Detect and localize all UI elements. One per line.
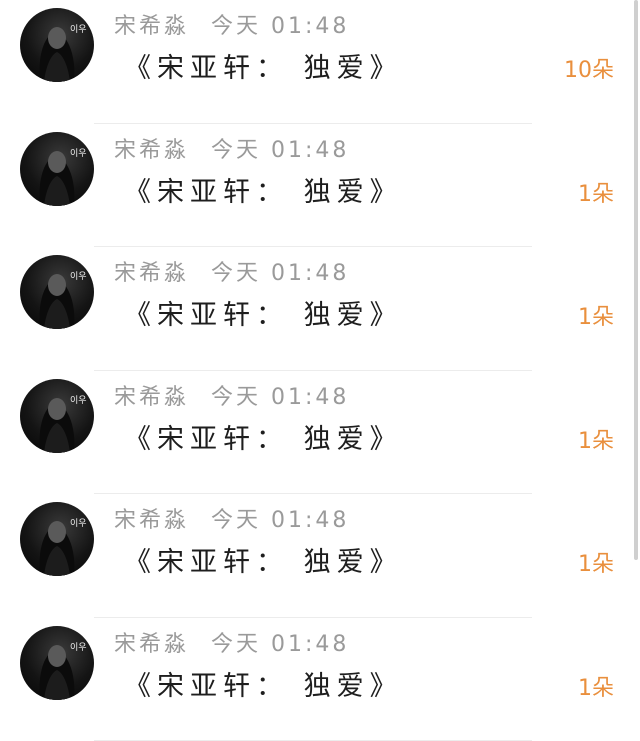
comment-text: 《宋亚轩： 独爱》 xyxy=(124,170,403,209)
comment-text: 《宋亚轩： 独爱》 xyxy=(124,664,403,703)
comment-row[interactable]: 이우 宋希淼 今天 01:48 《宋亚轩： 独爱》 1朵 xyxy=(0,618,640,741)
flower-count[interactable]: 1朵 xyxy=(578,546,614,578)
timestamp: 今天 01:48 xyxy=(211,8,349,40)
flower-count[interactable]: 1朵 xyxy=(578,423,614,455)
timestamp: 今天 01:48 xyxy=(211,626,349,658)
avatar-portrait-icon: 이우 xyxy=(20,132,94,206)
avatar-tag: 이우 xyxy=(70,518,87,529)
avatar[interactable]: 이우 xyxy=(20,626,94,700)
flower-count[interactable]: 1朵 xyxy=(578,299,614,331)
comment-row[interactable]: 이우 宋希淼 今天 01:48 《宋亚轩： 独爱》 10朵 xyxy=(0,0,640,124)
comment-row[interactable]: 이우 宋希淼 今天 01:48 《宋亚轩： 独爱》 1朵 xyxy=(0,247,640,371)
avatar[interactable]: 이우 xyxy=(20,502,94,576)
username[interactable]: 宋希淼 xyxy=(114,132,189,164)
comment-meta: 宋希淼 今天 01:48 xyxy=(114,626,349,658)
avatar[interactable]: 이우 xyxy=(20,379,94,453)
username[interactable]: 宋希淼 xyxy=(114,626,189,658)
username[interactable]: 宋希淼 xyxy=(114,379,189,411)
comment-row[interactable]: 이우 宋希淼 今天 01:48 《宋亚轩： 独爱》 1朵 xyxy=(0,124,640,248)
avatar-tag: 이우 xyxy=(70,395,87,406)
comment-text: 《宋亚轩： 独爱》 xyxy=(124,417,403,456)
comment-row[interactable]: 이우 宋希淼 今天 01:48 《宋亚轩： 独爱》 1朵 xyxy=(0,494,640,618)
flower-count[interactable]: 1朵 xyxy=(578,176,614,208)
username[interactable]: 宋希淼 xyxy=(114,8,189,40)
avatar-portrait-icon: 이우 xyxy=(20,626,94,700)
avatar-portrait-icon: 이우 xyxy=(20,255,94,329)
comment-meta: 宋希淼 今天 01:48 xyxy=(114,502,349,534)
comment-meta: 宋希淼 今天 01:48 xyxy=(114,379,349,411)
avatar-portrait-icon: 이우 xyxy=(20,502,94,576)
avatar-portrait-icon: 이우 xyxy=(20,8,94,82)
avatar-tag: 이우 xyxy=(70,271,87,282)
username[interactable]: 宋希淼 xyxy=(114,255,189,287)
avatar-tag: 이우 xyxy=(70,148,87,159)
avatar[interactable]: 이우 xyxy=(20,132,94,206)
avatar-tag: 이우 xyxy=(70,24,87,35)
avatar-tag: 이우 xyxy=(70,642,87,653)
comment-meta: 宋希淼 今天 01:48 xyxy=(114,8,349,40)
timestamp: 今天 01:48 xyxy=(211,132,349,164)
comment-row[interactable]: 이우 宋希淼 今天 01:48 《宋亚轩： 独爱》 1朵 xyxy=(0,371,640,495)
username[interactable]: 宋希淼 xyxy=(114,502,189,534)
avatar-portrait-icon: 이우 xyxy=(20,379,94,453)
comment-meta: 宋希淼 今天 01:48 xyxy=(114,132,349,164)
comment-meta: 宋希淼 今天 01:48 xyxy=(114,255,349,287)
timestamp: 今天 01:48 xyxy=(211,502,349,534)
avatar[interactable]: 이우 xyxy=(20,8,94,82)
avatar[interactable]: 이우 xyxy=(20,255,94,329)
comment-text: 《宋亚轩： 独爱》 xyxy=(124,293,403,332)
comment-text: 《宋亚轩： 独爱》 xyxy=(124,540,403,579)
comment-list: 이우 宋希淼 今天 01:48 《宋亚轩： 独爱》 10朵 이우 宋希淼 今天 … xyxy=(0,0,640,741)
flower-count[interactable]: 10朵 xyxy=(564,52,614,84)
comment-text: 《宋亚轩： 独爱》 xyxy=(124,46,403,85)
timestamp: 今天 01:48 xyxy=(211,255,349,287)
flower-count[interactable]: 1朵 xyxy=(578,670,614,702)
timestamp: 今天 01:48 xyxy=(211,379,349,411)
